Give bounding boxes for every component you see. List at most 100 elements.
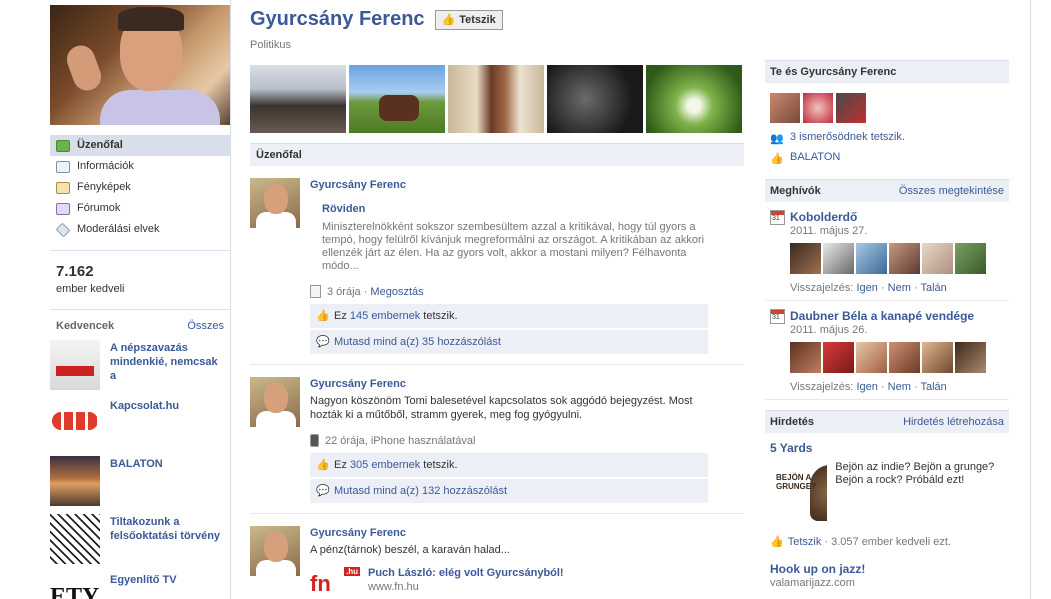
create-ad-link[interactable]: Hirdetés létrehozása xyxy=(903,411,1004,433)
ad-like-count: · 3.057 ember kedveli ezt. xyxy=(824,535,951,548)
favorites-all-link[interactable]: Összes xyxy=(187,320,224,332)
photo-thumbnail[interactable] xyxy=(349,65,445,133)
rsvp-yes[interactable]: Igen xyxy=(856,282,877,294)
event-name[interactable]: Daubner Béla a kanapé vendége xyxy=(790,309,974,324)
guest-avatar[interactable] xyxy=(889,243,920,274)
attachment-title[interactable]: Röviden xyxy=(322,203,708,215)
favorite-thumbnail xyxy=(50,456,100,506)
event-invite: 31 Kobolderdő 2011. május 27. Visszajelz… xyxy=(765,202,1009,301)
author-avatar[interactable] xyxy=(250,526,300,576)
post-time[interactable]: 22 órája, iPhone használatával xyxy=(325,435,475,447)
friends-like-text[interactable]: 3 ismerősödnek tetszik. xyxy=(790,131,905,143)
nav-item-moderation[interactable]: Moderálási elvek xyxy=(50,219,230,240)
invites-all-link[interactable]: Összes megtekintése xyxy=(899,180,1004,202)
guest-avatar[interactable] xyxy=(856,342,887,373)
rsvp-no[interactable]: Nem xyxy=(888,381,911,393)
nav-item-wall[interactable]: Üzenőfal xyxy=(50,135,230,156)
nav-item-label: Fórumok xyxy=(77,202,121,214)
friend-avatar[interactable] xyxy=(803,93,833,123)
guest-avatar[interactable] xyxy=(922,342,953,373)
like-button-label: Tetszik xyxy=(459,13,496,26)
event-name[interactable]: Kobolderdő xyxy=(790,210,857,225)
post-author[interactable]: Gyurcsány Ferenc xyxy=(310,527,708,539)
guest-avatar[interactable] xyxy=(823,342,854,373)
page-title[interactable]: Gyurcsány Ferenc xyxy=(250,8,425,31)
comment-icon: 💬 xyxy=(316,335,330,348)
guest-avatar[interactable] xyxy=(790,243,821,274)
favorite-item[interactable]: Tiltakozunk a felsőoktatási törvény xyxy=(50,514,230,564)
post-author[interactable]: Gyurcsány Ferenc xyxy=(310,378,708,390)
main-column: Gyurcsány Ferenc 👍 Tetszik Politikus Üze… xyxy=(250,8,744,599)
friends-box-header: Te és Gyurcsány Ferenc xyxy=(765,60,1009,83)
likes-bar: 👍 Ez 305 embernek tetszik. xyxy=(310,453,708,477)
nav-item-label: Moderálási elvek xyxy=(77,223,160,235)
favorite-item[interactable]: A népszavazás mindenkié, nemcsak a xyxy=(50,340,230,390)
post-time[interactable]: 3 órája xyxy=(327,286,361,298)
likes-prefix: Ez xyxy=(334,310,347,322)
author-avatar[interactable] xyxy=(250,178,300,228)
left-column: Üzenőfal Információk Fényképek Fórumok M… xyxy=(50,5,230,599)
profile-picture[interactable] xyxy=(50,5,230,125)
shared-like-line[interactable]: 👍 BALATON xyxy=(770,151,1009,165)
note-icon xyxy=(310,285,321,298)
favorite-item[interactable]: ETY Egyenlítő TV xyxy=(50,572,230,599)
friends-like-line[interactable]: 👥 3 ismerősödnek tetszik. xyxy=(770,131,1009,145)
photo-thumbnail[interactable] xyxy=(646,65,742,133)
photo-thumbnail[interactable] xyxy=(448,65,544,133)
show-comments-link[interactable]: Mutasd mind a(z) 132 hozzászólást xyxy=(334,485,507,497)
favorites-header: Kedvencek Összes xyxy=(50,309,230,332)
comments-bar[interactable]: 💬 Mutasd mind a(z) 35 hozzászólást xyxy=(310,330,708,354)
comments-bar[interactable]: 💬 Mutasd mind a(z) 132 hozzászólást xyxy=(310,479,708,503)
nav-item-label: Fényképek xyxy=(77,181,131,193)
ad-image-text: BEJÖN A GRUNGE? xyxy=(776,473,816,491)
guest-avatar[interactable] xyxy=(955,342,986,373)
share-link[interactable]: Megosztás xyxy=(370,286,423,298)
calendar-icon: 31 xyxy=(770,309,785,324)
facebook-page: Üzenőfal Információk Fényképek Fórumok M… xyxy=(0,0,1051,599)
guest-avatar[interactable] xyxy=(889,342,920,373)
likes-count-link[interactable]: 145 embernek xyxy=(350,310,420,322)
nav-item-forums[interactable]: Fórumok xyxy=(50,198,230,219)
ad-like-link[interactable]: Tetszik xyxy=(788,536,822,548)
favorite-name: Tiltakozunk a felsőoktatási törvény xyxy=(110,516,221,542)
like-button[interactable]: 👍 Tetszik xyxy=(434,9,503,30)
ad-body[interactable]: BEJÖN A GRUNGE? Bejön az indie? Bejön a … xyxy=(770,459,1009,529)
favorite-item[interactable]: Kapcsolat.hu xyxy=(50,398,230,448)
fan-count-box: 7.162 ember kedveli xyxy=(50,250,230,295)
favorite-item[interactable]: BALATON xyxy=(50,456,230,506)
favorite-thumbnail: ETY xyxy=(50,572,100,599)
photo-thumbnail[interactable] xyxy=(547,65,643,133)
shared-like-text[interactable]: BALATON xyxy=(790,151,840,163)
rsvp-no[interactable]: Nem xyxy=(888,282,911,294)
page-border xyxy=(1030,0,1031,599)
event-guests xyxy=(790,342,1004,373)
invites-title: Meghívók xyxy=(770,185,821,197)
ad-image[interactable]: BEJÖN A GRUNGE? xyxy=(770,459,828,529)
rsvp-yes[interactable]: Igen xyxy=(856,381,877,393)
author-avatar[interactable] xyxy=(250,377,300,427)
nav-item-info[interactable]: Információk xyxy=(50,156,230,177)
ad-title[interactable]: 5 Yards xyxy=(770,441,1009,455)
link-attachment[interactable]: fn .hu Puch László: elég volt Gyurcsányb… xyxy=(310,567,708,597)
rsvp-maybe[interactable]: Talán xyxy=(920,282,946,294)
link-title[interactable]: Puch László: elég volt Gyurcsányból! xyxy=(368,567,564,579)
guest-avatar[interactable] xyxy=(922,243,953,274)
photo-thumbnail[interactable] xyxy=(250,65,346,133)
guest-avatar[interactable] xyxy=(790,342,821,373)
ad-title[interactable]: Hook up on jazz! xyxy=(770,562,1009,576)
rsvp-maybe[interactable]: Talán xyxy=(920,381,946,393)
post-author[interactable]: Gyurcsány Ferenc xyxy=(310,179,708,191)
friend-avatar[interactable] xyxy=(770,93,800,123)
wall-post: Gyurcsány Ferenc A pénz(tárnok) beszél, … xyxy=(250,514,744,599)
guest-avatar[interactable] xyxy=(856,243,887,274)
show-comments-link[interactable]: Mutasd mind a(z) 35 hozzászólást xyxy=(334,336,501,348)
calendar-day: 31 xyxy=(772,314,780,321)
likes-count-link[interactable]: 305 embernek xyxy=(350,459,420,471)
guest-avatar[interactable] xyxy=(955,243,986,274)
friend-avatar[interactable] xyxy=(836,93,866,123)
fn-logo-text: fn xyxy=(310,571,331,596)
right-column: Te és Gyurcsány Ferenc 👥 3 ismerősödnek … xyxy=(765,60,1009,589)
friends-box-title: Te és Gyurcsány Ferenc xyxy=(770,66,897,78)
guest-avatar[interactable] xyxy=(823,243,854,274)
nav-item-photos[interactable]: Fényképek xyxy=(50,177,230,198)
